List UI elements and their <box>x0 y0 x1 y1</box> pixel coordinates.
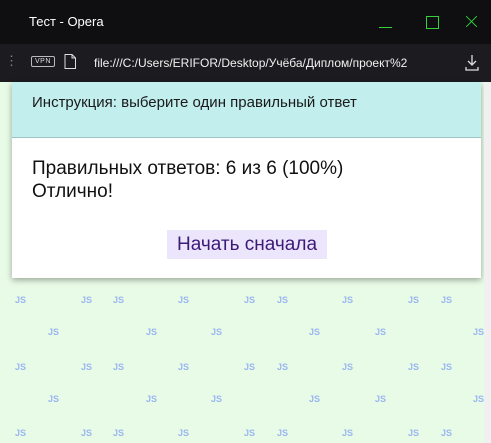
js-pattern-text: JS <box>113 428 125 438</box>
js-pattern-text: JS <box>81 428 93 438</box>
verdict-text: Отлично! <box>32 181 114 202</box>
js-pattern-text: JS <box>375 394 387 404</box>
restart-button[interactable]: Начать сначала <box>167 230 327 259</box>
js-pattern-text: JS <box>342 295 354 305</box>
js-pattern-text: JS <box>48 327 60 337</box>
js-pattern-text: JS <box>15 428 27 438</box>
minimize-icon[interactable] <box>374 10 398 34</box>
js-pattern-text: JS <box>81 295 93 305</box>
js-pattern-text: JS <box>15 295 27 305</box>
js-pattern-text: JS <box>277 428 289 438</box>
js-pattern-text: JS <box>211 327 223 337</box>
page-icon <box>64 54 76 69</box>
js-pattern-text: JS <box>277 362 289 372</box>
js-pattern-text: JS <box>473 327 485 337</box>
js-pattern-text: JS <box>146 394 158 404</box>
instruction-banner: Инструкция: выберите один правильный отв… <box>12 82 481 138</box>
score-text: Правильных ответов: 6 из 6 (100%) <box>32 158 344 179</box>
address-bar: VPN file:///C:/Users/ERIFOR/Desktop/Учёб… <box>0 44 491 82</box>
js-pattern-text: JS <box>178 362 190 372</box>
js-pattern-text: JS <box>309 394 321 404</box>
js-pattern-text: JS <box>178 428 190 438</box>
js-pattern-text: JS <box>244 428 256 438</box>
url-field[interactable]: file:///C:/Users/ERIFOR/Desktop/Учёба/Ди… <box>94 56 436 70</box>
js-pattern-text: JS <box>113 362 125 372</box>
result-block: Правильных ответов: 6 из 6 (100%) Отличн… <box>32 157 343 203</box>
scrollbar[interactable] <box>484 82 491 443</box>
instruction-text: Инструкция: выберите один правильный отв… <box>32 94 357 111</box>
js-pattern-text: JS <box>408 295 420 305</box>
js-pattern-text: JS <box>113 295 125 305</box>
js-pattern-text: JS <box>244 362 256 372</box>
js-pattern-text: JS <box>48 394 60 404</box>
js-pattern-text: JS <box>441 295 453 305</box>
vpn-badge[interactable]: VPN <box>31 56 55 67</box>
quiz-card: Инструкция: выберите один правильный отв… <box>12 82 481 278</box>
js-pattern-text: JS <box>342 362 354 372</box>
download-icon[interactable] <box>464 54 480 72</box>
js-pattern-text: JS <box>146 327 158 337</box>
js-pattern-text: JS <box>81 362 93 372</box>
js-pattern-text: JS <box>441 362 453 372</box>
js-pattern-text: JS <box>15 362 27 372</box>
js-pattern-text: JS <box>342 428 354 438</box>
js-pattern-text: JS <box>408 362 420 372</box>
js-pattern-text: JS <box>277 295 289 305</box>
maximize-icon[interactable] <box>420 10 444 34</box>
js-pattern-text: JS <box>309 327 321 337</box>
window-title: Тест - Opera <box>29 14 104 29</box>
close-icon[interactable] <box>460 10 484 34</box>
title-bar: Тест - Opera <box>0 0 491 44</box>
js-pattern-text: JS <box>178 295 190 305</box>
menu-dots-icon[interactable] <box>5 53 18 69</box>
js-pattern-text: JS <box>408 428 420 438</box>
js-pattern-text: JS <box>473 394 485 404</box>
js-pattern-text: JS <box>211 394 223 404</box>
js-pattern-text: JS <box>375 327 387 337</box>
js-pattern-text: JS <box>441 428 453 438</box>
js-pattern-text: JS <box>244 295 256 305</box>
